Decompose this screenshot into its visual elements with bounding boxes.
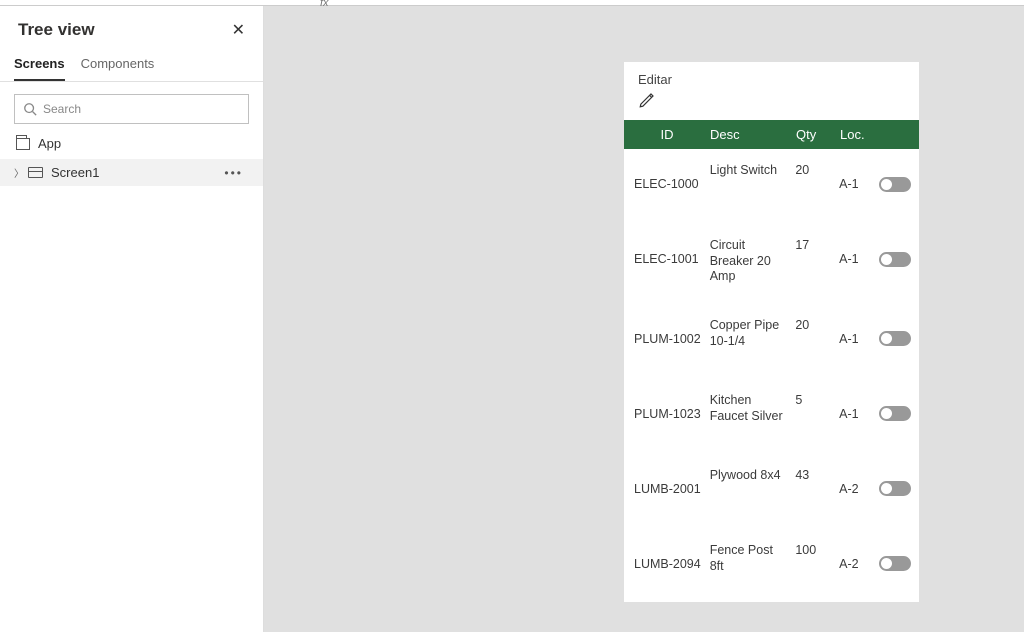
tab-components[interactable]: Components (81, 50, 155, 81)
cell-loc: A-1 (839, 318, 879, 360)
row-toggle[interactable] (879, 481, 911, 496)
more-icon[interactable]: ••• (224, 166, 247, 180)
app-label: App (38, 136, 61, 151)
chevron-right-icon: 〉 (14, 165, 24, 180)
list-header: ID Desc Qty Loc. (624, 120, 919, 149)
cell-id: PLUM-1002 (624, 318, 710, 360)
header-desc: Desc (710, 127, 796, 142)
cell-qty: 100 (795, 543, 839, 557)
cell-qty: 20 (795, 318, 839, 332)
cell-desc: Fence Post 8ft (710, 543, 796, 574)
cell-desc: Circuit Breaker 20 Amp (710, 238, 796, 285)
row-toggle[interactable] (879, 406, 911, 421)
canvas-area[interactable]: Editar ID Desc Qty Loc. ELEC-1000Light S… (264, 6, 1024, 632)
cell-id: PLUM-1023 (624, 393, 710, 435)
search-icon (23, 102, 37, 116)
cell-loc: A-1 (839, 238, 879, 280)
close-icon[interactable]: ✕ (232, 20, 245, 40)
cell-id: LUMB-2094 (624, 543, 710, 585)
cell-qty: 17 (795, 238, 839, 252)
cell-loc: A-1 (839, 393, 879, 435)
row-toggle[interactable] (879, 556, 911, 571)
tab-screens[interactable]: Screens (14, 50, 65, 81)
list-body: ELEC-1000Light Switch20A-1ELEC-1001Circu… (624, 149, 919, 602)
cell-desc: Copper Pipe 10-1/4 (710, 318, 796, 349)
list-item[interactable]: PLUM-1023Kitchen Faucet Silver5A-1 (624, 379, 919, 454)
tree-node-screen1[interactable]: 〉 Screen1 ••• (0, 159, 263, 186)
screen-label: Screen1 (51, 165, 99, 180)
row-toggle[interactable] (879, 177, 911, 192)
row-toggle[interactable] (879, 252, 911, 267)
header-loc: Loc. (840, 127, 880, 142)
app-icon (16, 138, 30, 150)
tree-node-app[interactable]: App (0, 132, 263, 159)
screen-icon (28, 167, 43, 178)
cell-qty: 43 (795, 468, 839, 482)
header-qty: Qty (796, 127, 840, 142)
edit-label: Editar (624, 62, 919, 91)
cell-qty: 5 (795, 393, 839, 407)
list-item[interactable]: ELEC-1001Circuit Breaker 20 Amp17A-1 (624, 224, 919, 304)
list-item[interactable]: ELEC-1000Light Switch20A-1 (624, 149, 919, 224)
search-input[interactable] (43, 102, 240, 116)
cell-id: ELEC-1000 (624, 163, 710, 205)
cell-qty: 20 (795, 163, 839, 177)
cell-loc: A-2 (839, 543, 879, 585)
list-item[interactable]: PLUM-1002Copper Pipe 10-1/420A-1 (624, 304, 919, 379)
app-preview: Editar ID Desc Qty Loc. ELEC-1000Light S… (624, 62, 919, 602)
cell-loc: A-2 (839, 468, 879, 510)
tree-view-panel: Tree view ✕ Screens Components App 〉 Scr… (0, 6, 264, 632)
cell-desc: Light Switch (710, 163, 796, 179)
header-id: ID (624, 127, 710, 142)
row-toggle[interactable] (879, 331, 911, 346)
cell-desc: Kitchen Faucet Silver (710, 393, 796, 424)
cell-id: ELEC-1001 (624, 238, 710, 280)
cell-loc: A-1 (839, 163, 879, 205)
list-item[interactable]: LUMB-2001Plywood 8x443A-2 (624, 454, 919, 529)
list-item[interactable]: LUMB-2094Fence Post 8ft100A-2 (624, 529, 919, 602)
search-input-wrapper[interactable] (14, 94, 249, 124)
tree-view-title: Tree view (18, 20, 95, 40)
pencil-icon[interactable] (638, 91, 656, 109)
cell-id: LUMB-2001 (624, 468, 710, 510)
cell-desc: Plywood 8x4 (710, 468, 796, 484)
